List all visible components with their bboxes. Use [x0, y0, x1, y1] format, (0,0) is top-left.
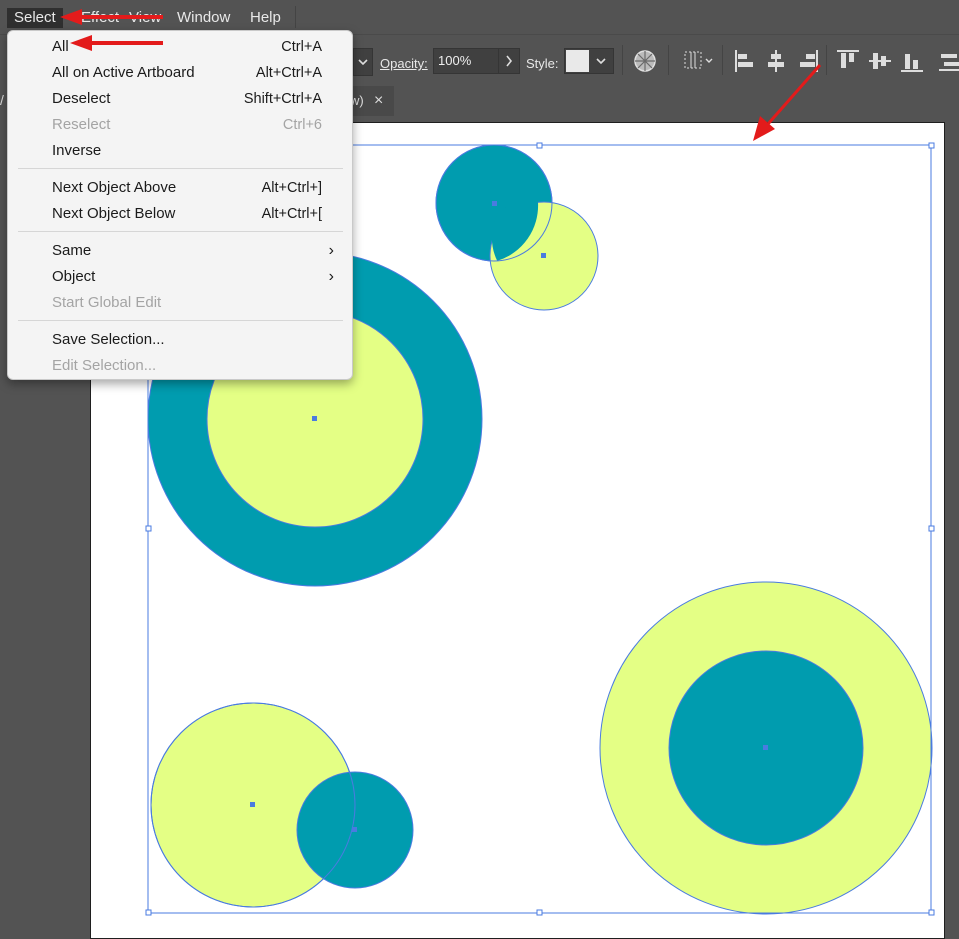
menu-item-same[interactable]: Same ›: [8, 238, 352, 264]
menu-item-next-object-above[interactable]: Next Object Above Alt+Ctrl+]: [8, 175, 352, 201]
menu-item-save-selection[interactable]: Save Selection...: [8, 327, 352, 353]
menu-item-deselect[interactable]: Deselect Shift+Ctrl+A: [8, 86, 352, 112]
menu-item-shortcut: Ctrl+6: [282, 117, 322, 133]
menu-item-label: Inverse: [52, 142, 102, 159]
menu-item-object[interactable]: Object ›: [8, 264, 352, 290]
menu-item-shortcut: Ctrl+A: [281, 39, 322, 55]
chevron-right-icon: ›: [328, 242, 334, 259]
menu-separator: [18, 320, 343, 321]
menu-item-shortcut: Alt+Ctrl+A: [255, 65, 322, 81]
chevron-right-icon: ›: [328, 268, 334, 285]
menu-item-label: Same: [52, 242, 92, 259]
menu-item-label: All on Active Artboard: [52, 64, 195, 81]
menu-item-edit-selection: Edit Selection...: [8, 353, 352, 379]
menu-item-label: Next Object Above: [52, 179, 177, 196]
menu-separator: [18, 231, 343, 232]
menu-item-reselect: Reselect Ctrl+6: [8, 112, 352, 138]
menu-item-label: Object: [52, 268, 96, 285]
menu-item-inverse[interactable]: Inverse: [8, 138, 352, 164]
menu-item-label: Next Object Below: [52, 205, 176, 222]
menu-item-label: Deselect: [52, 90, 111, 107]
menu-separator: [18, 168, 343, 169]
menu-item-start-global-edit: Start Global Edit: [8, 290, 352, 316]
menu-item-label: Edit Selection...: [52, 357, 157, 374]
select-menu-dropdown: All Ctrl+A All on Active Artboard Alt+Ct…: [7, 30, 353, 380]
menu-item-label: Reselect: [52, 116, 111, 133]
menu-item-all-on-active-artboard[interactable]: All on Active Artboard Alt+Ctrl+A: [8, 60, 352, 86]
menu-item-all[interactable]: All Ctrl+A: [8, 34, 352, 60]
menu-item-label: Start Global Edit: [52, 294, 162, 311]
menu-item-shortcut: Alt+Ctrl+]: [261, 180, 322, 196]
menu-item-shortcut: Alt+Ctrl+[: [261, 206, 322, 222]
menu-item-label: Save Selection...: [52, 331, 165, 348]
menu-item-shortcut: Shift+Ctrl+A: [243, 91, 322, 107]
menu-item-next-object-below[interactable]: Next Object Below Alt+Ctrl+[: [8, 201, 352, 227]
menu-item-label: All: [52, 38, 69, 55]
